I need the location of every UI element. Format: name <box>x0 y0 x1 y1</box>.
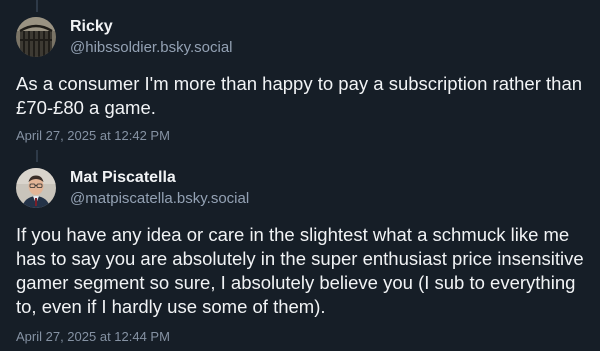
timestamp[interactable]: April 27, 2025 at 12:44 PM <box>16 329 170 345</box>
avatar[interactable] <box>16 168 56 208</box>
timestamp[interactable]: April 27, 2025 at 12:42 PM <box>16 128 170 144</box>
thread-line-middle <box>36 150 38 162</box>
avatar[interactable] <box>16 17 56 57</box>
post-text: As a consumer I'm more than happy to pay… <box>16 73 583 118</box>
display-name[interactable]: Ricky <box>70 17 233 37</box>
display-name[interactable]: Mat Piscatella <box>70 168 249 188</box>
post-mat-piscatella[interactable]: Mat Piscatella @matpiscatella.bsky.socia… <box>0 162 600 351</box>
handle[interactable]: @matpiscatella.bsky.social <box>70 189 249 209</box>
handle[interactable]: @hibssoldier.bsky.social <box>70 38 233 58</box>
post-ricky[interactable]: Ricky @hibssoldier.bsky.social As a cons… <box>0 0 600 150</box>
avatar-photo-man-icon <box>16 168 56 208</box>
avatar-photo-gate-icon <box>16 17 56 57</box>
author-info: Ricky @hibssoldier.bsky.social <box>70 17 233 58</box>
post-text: If you have any idea or care in the slig… <box>16 224 584 317</box>
author-info: Mat Piscatella @matpiscatella.bsky.socia… <box>70 168 249 209</box>
